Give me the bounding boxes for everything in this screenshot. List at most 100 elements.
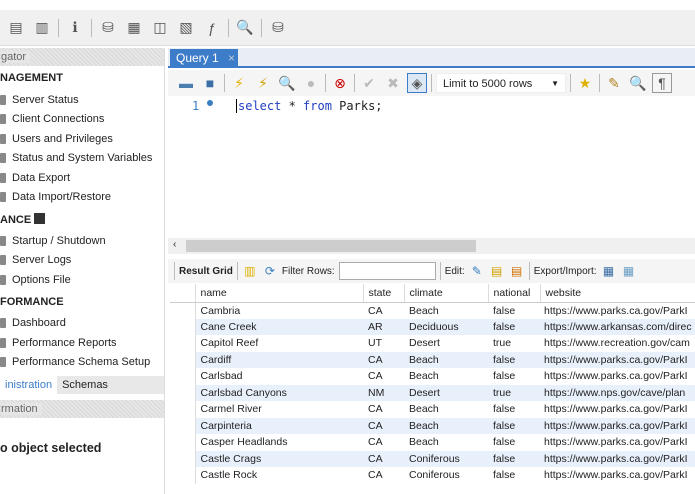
limit-rows-select[interactable]: Limit to 5000 rows ▼ xyxy=(436,73,566,93)
row-header[interactable] xyxy=(170,335,196,352)
create-table-icon[interactable]: ▦ xyxy=(124,18,144,38)
cell-national[interactable]: false xyxy=(488,368,540,385)
close-tab-icon[interactable]: × xyxy=(228,51,235,65)
nav-item-status-and-system-variables[interactable]: Status and System Variables xyxy=(0,149,164,169)
table-row[interactable]: Cane Creek AR Deciduous false https://www.ar… xyxy=(170,318,695,335)
table-row[interactable]: Carlsbad Canyons NM Desert true https://www.… xyxy=(170,384,695,401)
edit-row-icon[interactable]: ✎ xyxy=(469,261,485,281)
grid-layout-icon[interactable]: ▥ xyxy=(242,261,258,281)
invisible-chars-icon[interactable]: ¶ xyxy=(652,73,672,93)
cell-name[interactable]: Capitol Reef xyxy=(195,335,363,352)
nav-item-users-and-privileges[interactable]: Users and Privileges xyxy=(0,129,164,149)
table-row[interactable]: Castle Crags CA Coniferous false https://www… xyxy=(170,450,695,467)
nav-item-server-logs[interactable]: Server Logs xyxy=(0,251,164,271)
import-icon[interactable]: ▦ xyxy=(621,261,637,281)
cell-name[interactable]: Carmel River xyxy=(195,401,363,418)
sql-editor[interactable]: 1 select * from Parks; xyxy=(168,96,695,238)
nav-item-client-connections[interactable]: Client Connections xyxy=(0,110,164,130)
autocommit-icon[interactable]: ◈ xyxy=(407,73,427,93)
add-row-icon[interactable]: ▤ xyxy=(489,261,505,281)
column-header-name[interactable]: name xyxy=(195,284,364,303)
table-row[interactable]: Carmel River CA Beach false https://www.park… xyxy=(170,401,695,418)
cell-name[interactable]: Carlsbad Canyons xyxy=(195,384,363,401)
cell-state[interactable]: CA xyxy=(363,417,404,434)
tab-administration[interactable]: inistration xyxy=(0,376,58,394)
export-icon[interactable]: ▦ xyxy=(601,261,617,281)
add-snippet-icon[interactable]: ★ xyxy=(575,73,595,93)
cell-name[interactable]: Cambria xyxy=(195,302,363,319)
cell-name[interactable]: Castle Rock xyxy=(195,467,363,484)
tab-query-1[interactable]: Query 1 × xyxy=(170,49,238,68)
nav-item-performance-schema-setup[interactable]: Performance Schema Setup xyxy=(0,353,164,373)
cell-climate[interactable]: Desert xyxy=(404,384,488,401)
cell-national[interactable]: false xyxy=(488,351,540,368)
scrollbar-thumb[interactable] xyxy=(186,240,476,252)
inspector-icon[interactable]: ℹ xyxy=(65,18,85,38)
cell-climate[interactable]: Beach xyxy=(404,417,488,434)
scroll-left-icon[interactable]: ‹ xyxy=(173,239,176,250)
cell-climate[interactable]: Coniferous xyxy=(404,467,488,484)
column-header-website[interactable]: website xyxy=(540,284,695,303)
result-grid-label[interactable]: Result Grid xyxy=(179,266,233,277)
cell-website[interactable]: https://www.parks.ca.gov/ParkI xyxy=(540,467,695,484)
column-header-state[interactable]: state xyxy=(363,284,405,303)
cell-state[interactable]: CA xyxy=(363,302,404,319)
commit-icon[interactable]: ✔ xyxy=(359,73,379,93)
cell-name[interactable]: Cane Creek xyxy=(195,318,363,335)
cell-state[interactable]: AR xyxy=(363,318,404,335)
cell-state[interactable]: CA xyxy=(363,401,404,418)
create-function-icon[interactable]: ƒ xyxy=(202,18,222,38)
cell-website[interactable]: https://www.recreation.gov/cam xyxy=(540,335,695,352)
refresh-icon[interactable]: ⟳ xyxy=(262,261,278,281)
cell-state[interactable]: NM xyxy=(363,384,404,401)
cell-national[interactable]: false xyxy=(488,450,540,467)
beautify-icon[interactable]: ✎ xyxy=(604,73,624,93)
cell-name[interactable]: Carlsbad xyxy=(195,368,363,385)
cell-national[interactable]: false xyxy=(488,467,540,484)
row-header[interactable] xyxy=(170,368,196,385)
table-row[interactable]: Cardiff CA Beach false https://www.parks.ca.… xyxy=(170,351,695,368)
cell-climate[interactable]: Beach xyxy=(404,351,488,368)
delete-row-icon[interactable]: ▤ xyxy=(509,261,525,281)
cell-website[interactable]: https://www.parks.ca.gov/ParkI xyxy=(540,351,695,368)
toggle-error-icon[interactable]: ⊗ xyxy=(330,73,350,93)
cell-climate[interactable]: Beach xyxy=(404,302,488,319)
row-header[interactable] xyxy=(170,384,196,401)
nav-item-server-status[interactable]: Server Status xyxy=(0,90,164,110)
nav-item-options-file[interactable]: Options File xyxy=(0,270,164,290)
create-procedure-icon[interactable]: ▧ xyxy=(176,18,196,38)
row-header[interactable] xyxy=(170,351,196,368)
row-header[interactable] xyxy=(170,467,196,484)
tab-schemas[interactable]: Schemas xyxy=(57,376,113,394)
column-header-climate[interactable]: climate xyxy=(404,284,489,303)
cell-state[interactable]: CA xyxy=(363,351,404,368)
row-header[interactable] xyxy=(170,318,196,335)
cell-climate[interactable]: Desert xyxy=(404,335,488,352)
filter-rows-input[interactable] xyxy=(338,262,436,280)
cell-national[interactable]: false xyxy=(488,434,540,451)
cell-state[interactable]: CA xyxy=(363,450,404,467)
table-row[interactable]: Carpinteria CA Beach false https://www.parks… xyxy=(170,417,695,434)
cell-state[interactable]: UT xyxy=(363,335,404,352)
row-header[interactable] xyxy=(170,401,196,418)
cell-climate[interactable]: Deciduous xyxy=(404,318,488,335)
table-row[interactable]: Cambria CA Beach false https://www.parks.ca.… xyxy=(170,302,695,319)
cell-climate[interactable]: Beach xyxy=(404,401,488,418)
cell-website[interactable]: https://www.parks.ca.gov/ParkI xyxy=(540,368,695,385)
cell-state[interactable]: CA xyxy=(363,434,404,451)
column-header-national[interactable]: national xyxy=(488,284,541,303)
nav-item-data-import-restore[interactable]: Data Import/Restore xyxy=(0,188,164,208)
execute-current-icon[interactable]: ⚡ xyxy=(253,73,273,93)
cell-national[interactable]: true xyxy=(488,384,540,401)
row-header[interactable] xyxy=(170,417,196,434)
open-file-icon[interactable]: ▬ xyxy=(176,73,196,93)
cell-website[interactable]: https://www.nps.gov/cave/plan xyxy=(540,384,695,401)
cell-website[interactable]: https://www.parks.ca.gov/ParkI xyxy=(540,417,695,434)
execute-icon[interactable]: ⚡ xyxy=(229,73,249,93)
nav-item-startup-shutdown[interactable]: Startup / Shutdown xyxy=(0,231,164,251)
cell-website[interactable]: https://www.parks.ca.gov/ParkI xyxy=(540,302,695,319)
table-row[interactable]: Carlsbad CA Beach false https://www.parks.ca… xyxy=(170,368,695,385)
cell-climate[interactable]: Beach xyxy=(404,434,488,451)
cell-national[interactable]: false xyxy=(488,318,540,335)
table-row[interactable]: Casper Headlands CA Beach false https://www.… xyxy=(170,434,695,451)
